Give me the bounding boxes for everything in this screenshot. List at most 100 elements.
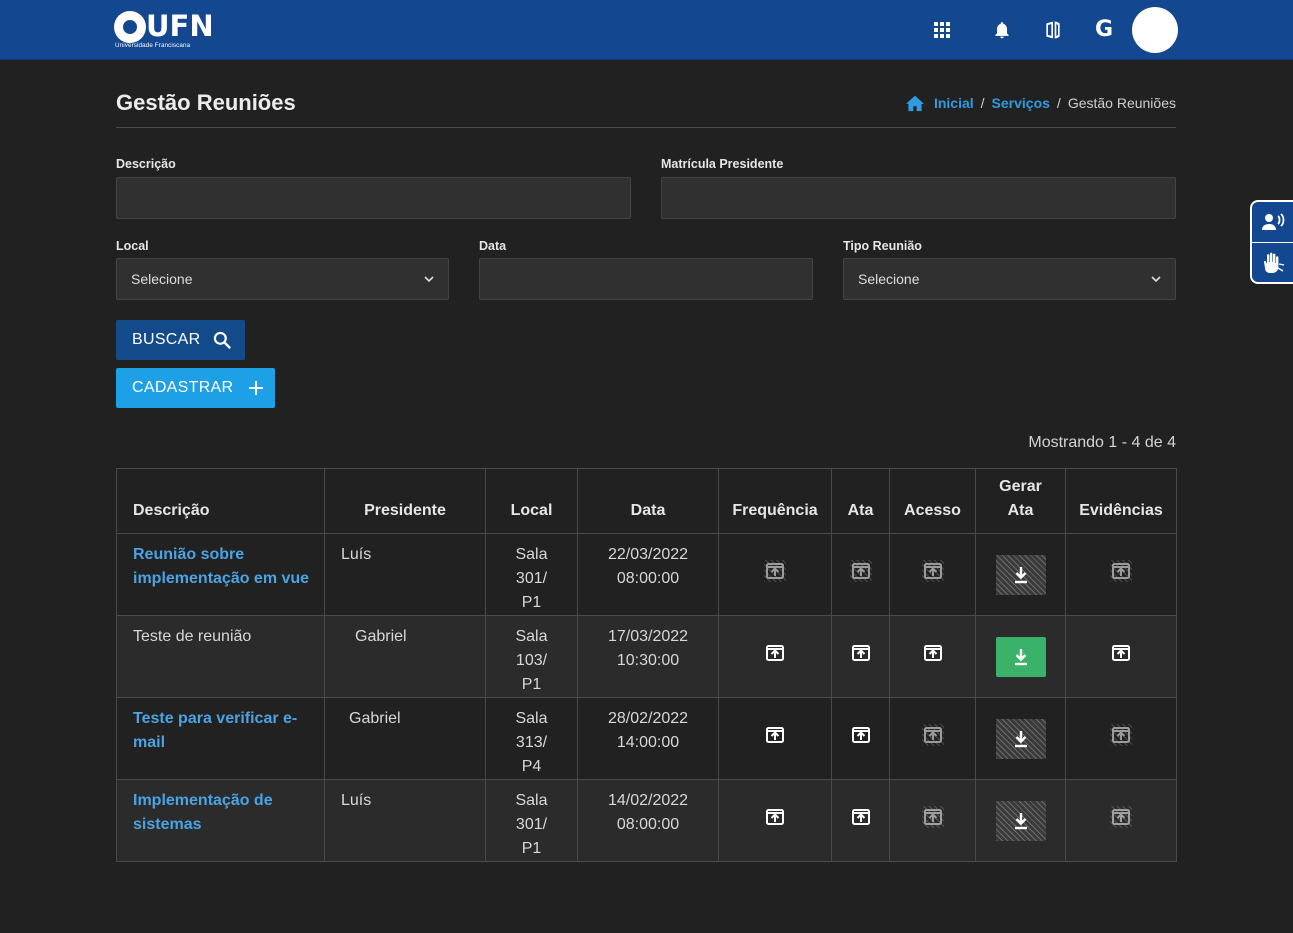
ata-upload-icon[interactable]: [850, 806, 872, 828]
logo-subtitle: Universidade Franciscana: [115, 42, 191, 49]
ata-upload-icon[interactable]: [850, 642, 872, 664]
col-header-acesso: Acesso: [889, 468, 976, 534]
data-input[interactable]: [479, 258, 813, 300]
col-header-local[interactable]: Local: [485, 468, 578, 534]
evidencias-upload-icon: [1110, 724, 1132, 746]
title-divider: [116, 127, 1176, 128]
frequencia-upload-icon[interactable]: [764, 642, 786, 664]
local-select-value: Selecione: [131, 271, 193, 287]
sign-language-icon: [1263, 252, 1284, 273]
meeting-location: Sala 301/ P1: [485, 533, 578, 616]
bell-icon[interactable]: [989, 17, 1015, 43]
chevron-down-icon: [424, 276, 434, 283]
meeting-date: 17/03/2022: [607, 628, 689, 645]
logo-emblem-icon: [114, 11, 146, 43]
breadcrumb-current: Gestão Reuniões: [1067, 95, 1176, 111]
meeting-date: 28/02/2022: [607, 710, 689, 727]
logo-text: UFN: [146, 9, 214, 43]
user-avatar[interactable]: [1132, 7, 1178, 53]
gerar-ata-button: [995, 800, 1046, 841]
chevron-down-icon: [1151, 276, 1161, 283]
breadcrumb: Inicial / Serviços / Gestão Reuniões: [905, 94, 1176, 112]
meeting-description-link[interactable]: Reunião sobre implementação em vue: [133, 546, 309, 587]
table-header-row: Descrição Presidente Local Data Frequênc…: [116, 468, 1177, 534]
buscar-button-label: BUSCAR: [132, 331, 201, 348]
meeting-description-link[interactable]: Implementação de sistemas: [133, 792, 273, 833]
tipo-reuniao-label: Tipo Reunião: [843, 239, 922, 253]
descricao-input[interactable]: [116, 177, 631, 219]
meeting-location: Sala 301/ P1: [485, 779, 578, 862]
acesso-upload-icon: [921, 724, 944, 746]
home-icon[interactable]: [905, 94, 925, 112]
evidencias-upload-icon: [1110, 806, 1132, 828]
meeting-president: Luís: [324, 779, 486, 862]
meeting-time: 14:00:00: [616, 734, 680, 751]
top-navbar: UFN Universidade Franciscana G: [0, 0, 1293, 60]
col-header-ata: Ata: [831, 468, 890, 534]
descricao-label: Descrição: [116, 157, 176, 171]
ata-upload-icon: [849, 560, 872, 582]
tipo-reuniao-select-value: Selecione: [858, 271, 920, 287]
google-letter: G: [1094, 17, 1114, 42]
cadastrar-button-label: CADASTRAR: [132, 379, 234, 396]
meeting-datetime: 17/03/2022 10:30:00: [577, 615, 719, 698]
meeting-time: 08:00:00: [616, 816, 680, 833]
matricula-label: Matrícula Presidente: [661, 157, 784, 171]
download-icon: [1014, 730, 1027, 747]
results-count: Mostrando 1 - 4 de 4: [1028, 434, 1176, 451]
evidencias-upload-icon: [1110, 560, 1132, 582]
col-header-descricao[interactable]: Descrição: [116, 468, 325, 534]
meeting-datetime: 14/02/2022 08:00:00: [577, 779, 719, 862]
meeting-president: Luís: [324, 533, 486, 616]
local-select[interactable]: Selecione: [116, 258, 449, 300]
apps-icon[interactable]: [929, 17, 955, 43]
evidencias-upload-icon[interactable]: [1110, 642, 1132, 664]
col-header-gerar-ata: Gerar Ata: [975, 468, 1066, 534]
meeting-description-link[interactable]: Teste para verificar e-mail: [133, 710, 297, 751]
sign-language-button[interactable]: [1252, 242, 1293, 282]
local-label: Local: [116, 239, 149, 253]
acesso-upload-icon: [921, 806, 944, 828]
ata-upload-icon[interactable]: [850, 724, 872, 746]
tipo-reuniao-select[interactable]: Selecione: [843, 258, 1176, 300]
meeting-time: 10:30:00: [616, 652, 680, 669]
meeting-location: Sala 313/ P4: [485, 697, 578, 780]
matricula-input[interactable]: [661, 177, 1176, 219]
data-label: Data: [479, 239, 507, 253]
frequencia-upload-icon[interactable]: [764, 806, 786, 828]
download-icon: [1014, 566, 1027, 583]
gerar-ata-button[interactable]: [995, 636, 1046, 677]
meeting-time: 08:00:00: [616, 570, 680, 587]
meetings-table: Descrição Presidente Local Data Frequênc…: [116, 468, 1177, 862]
accessibility-widget: [1250, 200, 1293, 284]
col-header-frequencia: Frequência: [718, 468, 832, 534]
page-title: Gestão Reuniões: [116, 90, 296, 115]
book-icon[interactable]: [1040, 17, 1066, 43]
buscar-button[interactable]: BUSCAR: [116, 320, 245, 360]
col-header-data[interactable]: Data: [577, 468, 719, 534]
meeting-location: Sala 103/ P1: [485, 615, 578, 698]
search-icon: [214, 331, 232, 349]
breadcrumb-home-link[interactable]: Inicial: [934, 95, 974, 111]
col-header-presidente[interactable]: Presidente: [324, 468, 486, 534]
meeting-president: Gabriel: [324, 615, 486, 698]
meeting-description: Teste de reunião: [116, 615, 325, 698]
meeting-date: 14/02/2022: [607, 792, 689, 809]
ufn-logo[interactable]: UFN Universidade Franciscana: [114, 9, 214, 51]
frequencia-upload-icon[interactable]: [764, 724, 786, 746]
gerar-ata-button: [995, 718, 1046, 759]
frequencia-upload-icon: [764, 560, 786, 582]
meeting-president: Gabriel: [324, 697, 486, 780]
audio-description-button[interactable]: [1252, 202, 1293, 242]
meeting-datetime: 28/02/2022 14:00:00: [577, 697, 719, 780]
acesso-upload-icon[interactable]: [922, 642, 944, 664]
google-icon[interactable]: G: [1091, 17, 1117, 43]
acesso-upload-icon: [921, 560, 944, 582]
download-icon: [1014, 648, 1027, 665]
breadcrumb-services-link[interactable]: Serviços: [992, 95, 1050, 111]
table-row: Teste para verificar e-mail Gabriel Sala 3…: [116, 697, 1177, 780]
cadastrar-button[interactable]: CADASTRAR: [116, 368, 275, 408]
col-header-evidencias: Evidências: [1065, 468, 1177, 534]
gerar-ata-button: [995, 554, 1046, 595]
download-icon: [1014, 812, 1027, 829]
